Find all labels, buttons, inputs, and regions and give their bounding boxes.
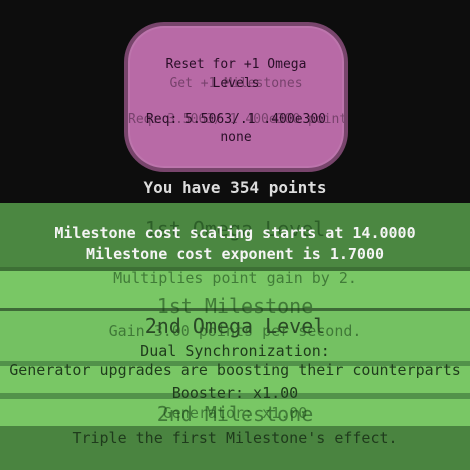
omega-level-2-description: Dual Synchronization: xyxy=(140,342,330,360)
milestone-2-description: Triple the first Milestone's effect. xyxy=(72,429,398,447)
omega-level-1-description: Multiplies point gain by 2. xyxy=(113,269,357,287)
omega-level-2-title: 2nd Omega Level xyxy=(144,314,326,338)
reset-omega-button[interactable]: Reset for +1 Omega Get +1 Milestones Lev… xyxy=(124,22,348,172)
game-screen: Reset for +1 Omega Get +1 Milestones Lev… xyxy=(0,0,470,470)
reset-button-label-levels: Levels xyxy=(212,76,260,91)
milestone-exponent-text: Milestone cost exponent is 1.7000 xyxy=(85,245,384,263)
omega-level-2-effect: Generator upgrades are boosting their co… xyxy=(9,361,461,379)
points-display: You have 354 points xyxy=(143,178,327,197)
reset-button-label: Reset for +1 Omega xyxy=(165,57,307,72)
milestone-panel: 1st Omega Level Multiplies point gain by… xyxy=(0,203,470,470)
reset-button-next: none xyxy=(220,130,252,145)
milestone-scaling-text: Milestone cost scaling starts at 14.0000 xyxy=(54,224,416,242)
booster-multiplier: Booster: x1.00 xyxy=(171,384,299,402)
reset-button-requirement: Req: 5.5063/.1 .400e300 xyxy=(145,112,326,127)
milestone-2-title: 2nd Milestone xyxy=(156,402,314,426)
